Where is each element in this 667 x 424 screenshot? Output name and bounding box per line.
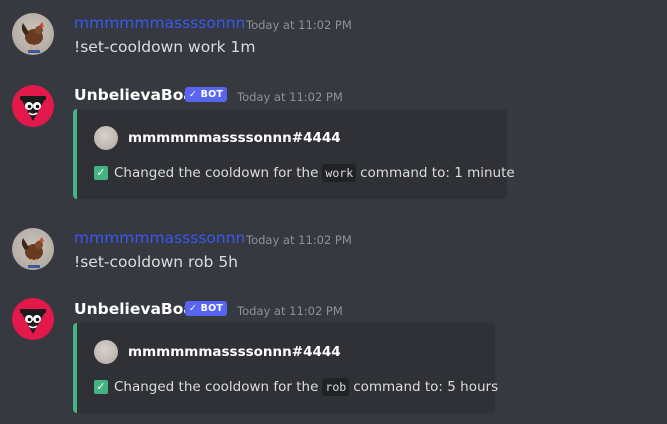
rooster-avatar-icon: [21, 237, 44, 268]
unbelievaboat-avatar-icon: [20, 309, 46, 334]
message-content: !set-cooldown rob 5h: [74, 253, 239, 271]
message-timestamp: Today at 11:02 PM: [237, 90, 343, 104]
user-avatar[interactable]: [12, 228, 54, 270]
embed-author-avatar: [94, 126, 118, 150]
bot-avatar[interactable]: [12, 85, 54, 127]
bot-badge: ✓ BOT: [185, 87, 228, 102]
embed-card: mmmmmmassssonnn#4444 ✓ Changed the coold…: [73, 109, 515, 199]
bot-badge: ✓ BOT: [185, 301, 228, 316]
embed-author[interactable]: mmmmmmassssonnn#4444: [128, 130, 341, 146]
embed-author-avatar: [94, 340, 118, 364]
embed-desc-suffix: command to: 5 hours: [353, 379, 499, 395]
message-author[interactable]: mmmmmmassssonnn: [74, 229, 245, 247]
bot-avatar[interactable]: [12, 298, 54, 340]
message-author[interactable]: mmmmmmassssonnn: [74, 14, 245, 32]
message-author[interactable]: UnbelievaBoat: [74, 86, 201, 104]
unbelievaboat-avatar-icon: [20, 96, 46, 121]
check-box-icon: ✓: [94, 166, 108, 180]
message-author[interactable]: UnbelievaBoat: [74, 300, 201, 318]
rooster-avatar-icon: [21, 22, 44, 53]
inline-code: work: [322, 164, 357, 182]
message-content: !set-cooldown work 1m: [74, 38, 256, 56]
embed-card: mmmmmmassssonnn#4444 ✓ Changed the coold…: [73, 323, 498, 413]
user-avatar[interactable]: [12, 13, 54, 55]
inline-code: rob: [322, 378, 350, 396]
embed-desc-prefix: Changed the cooldown for the: [114, 165, 319, 181]
check-box-icon: ✓: [94, 380, 108, 394]
message-timestamp: Today at 11:02 PM: [246, 18, 352, 32]
embed-description: ✓ Changed the cooldown for the work comm…: [94, 164, 515, 182]
message-timestamp: Today at 11:02 PM: [246, 233, 352, 247]
embed-description: ✓ Changed the cooldown for the rob comma…: [94, 378, 498, 396]
message-timestamp: Today at 11:02 PM: [237, 304, 343, 318]
embed-author[interactable]: mmmmmmassssonnn#4444: [128, 344, 341, 360]
embed-desc-suffix: command to: 1 minute: [360, 165, 515, 181]
embed-desc-prefix: Changed the cooldown for the: [114, 379, 319, 395]
